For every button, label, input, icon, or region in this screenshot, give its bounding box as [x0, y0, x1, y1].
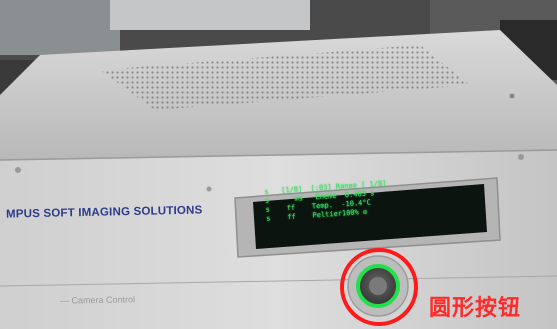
screw [509, 93, 515, 99]
power-button-center[interactable] [369, 277, 387, 295]
annotation-label: 圆形按钮 [429, 296, 522, 321]
scene-graphics [0, 0, 557, 329]
screw [15, 167, 21, 173]
photo-scene: MPUS SOFT IMAGING SOLUTIONS — Camera Con… [0, 0, 557, 329]
background-equipment-top [110, 0, 310, 30]
background-equipment-left [0, 0, 120, 55]
screw [518, 154, 524, 160]
screw [206, 186, 212, 192]
footer-label: — Camera Control [59, 294, 136, 306]
